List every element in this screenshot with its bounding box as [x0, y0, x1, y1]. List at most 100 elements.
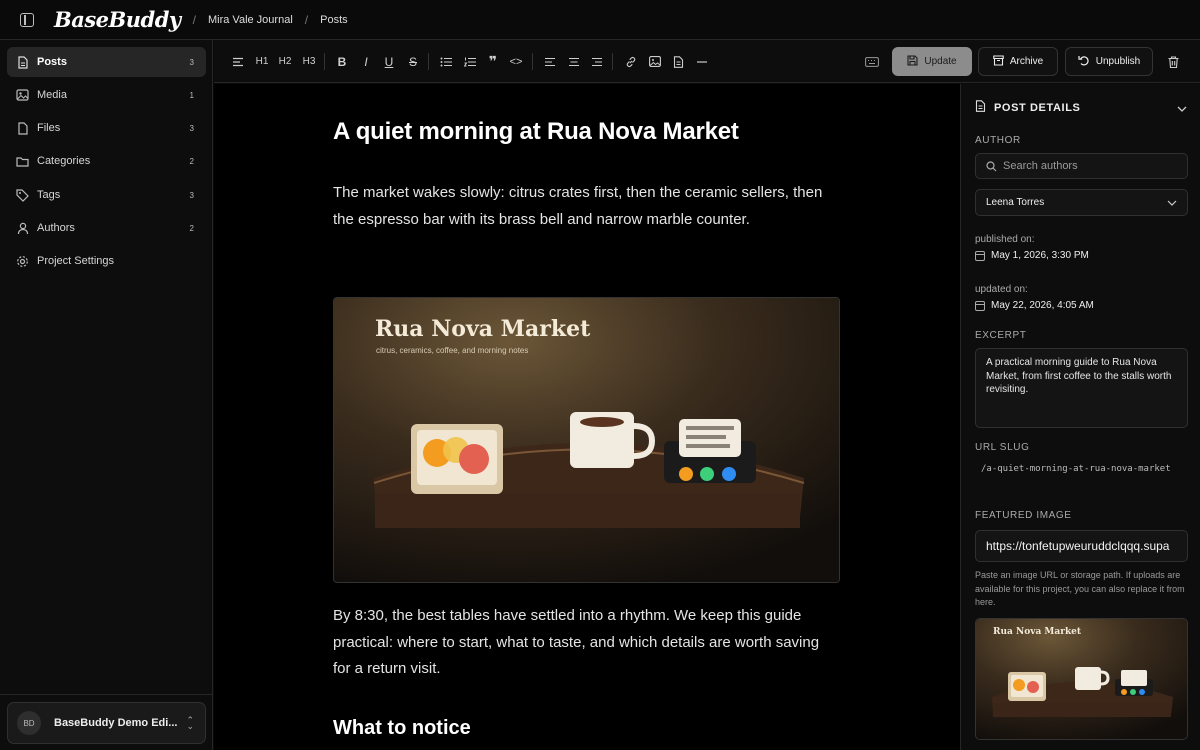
- heading-3-button[interactable]: H3: [299, 52, 319, 71]
- sidebar-item-count: 2: [189, 223, 194, 233]
- breadcrumb-separator: /: [192, 12, 196, 27]
- updated-date: May 22, 2026, 4:05 AM: [975, 300, 1094, 311]
- brand-logo[interactable]: BaseBuddy: [54, 7, 181, 32]
- document-icon[interactable]: [668, 52, 688, 71]
- sidebar-item-count: 2: [189, 156, 194, 166]
- heading-2-button[interactable]: H2: [275, 52, 295, 71]
- featured-image-hint: Paste an image URL or storage path. If u…: [975, 570, 1185, 607]
- calendar-icon: [975, 250, 985, 261]
- trash-icon[interactable]: [1163, 52, 1183, 71]
- numbered-list-icon[interactable]: [460, 52, 480, 71]
- sidebar-item-count: 3: [189, 57, 194, 67]
- archive-button[interactable]: Archive: [978, 47, 1058, 76]
- excerpt-textarea[interactable]: A practical morning guide to Rua Nova Ma…: [975, 348, 1188, 428]
- sidebar-item-label: Media: [37, 89, 67, 101]
- unpublish-label: Unpublish: [1095, 56, 1141, 67]
- image-icon: [16, 89, 29, 102]
- image-icon[interactable]: [645, 52, 665, 71]
- update-label: Update: [924, 56, 957, 67]
- post-details-header[interactable]: POST DETAILS: [975, 100, 1187, 116]
- thumbnail-title: Rua Nova Market: [993, 627, 1082, 637]
- search-icon: [986, 160, 997, 172]
- strikethrough-icon[interactable]: S: [403, 52, 423, 71]
- sidebar-item-label: Categories: [37, 155, 91, 167]
- sidebar-item-tags[interactable]: Tags 3: [7, 180, 206, 210]
- sidebar-footer: BD BaseBuddy Demo Edi... ⌃ ⌄: [0, 694, 213, 750]
- sidebar-item-project-settings[interactable]: Project Settings: [7, 246, 206, 276]
- gear-icon: [16, 255, 29, 268]
- published-label: published on:: [975, 234, 1035, 245]
- align-left-icon[interactable]: [540, 52, 560, 71]
- breadcrumb-posts[interactable]: Posts: [320, 14, 348, 26]
- align-right-icon[interactable]: [587, 52, 607, 71]
- user-icon: [16, 222, 29, 235]
- italic-icon[interactable]: I: [356, 52, 376, 71]
- sidebar-item-count: 1: [189, 90, 194, 100]
- sidebar-item-authors[interactable]: Authors 2: [7, 213, 206, 243]
- post-details-panel: POST DETAILS AUTHOR Search authors Leena…: [960, 84, 1200, 750]
- post-featured-image[interactable]: Rua Nova Market citrus, ceramics, coffee…: [333, 297, 840, 583]
- featured-image-url-input[interactable]: https://tonfetupweuruddclqqq.supa: [975, 530, 1188, 562]
- folder-icon: [16, 155, 29, 168]
- panel-title: POST DETAILS: [994, 102, 1081, 114]
- sidebar-item-posts[interactable]: Posts 3: [7, 47, 206, 77]
- image-title: Rua Nova Market: [375, 316, 591, 342]
- sidebar-item-media[interactable]: Media 1: [7, 80, 206, 110]
- save-icon: [907, 54, 918, 69]
- document-icon: [975, 99, 986, 117]
- sidebar-item-label: Files: [37, 122, 61, 134]
- paragraph-icon[interactable]: [228, 52, 248, 71]
- published-date: May 1, 2026, 3:30 PM: [975, 250, 1089, 261]
- featured-image-label: FEATURED IMAGE: [975, 510, 1072, 521]
- sidebar-item-categories[interactable]: Categories 2: [7, 146, 206, 176]
- undo-icon: [1078, 55, 1090, 69]
- file-icon: [16, 121, 29, 135]
- toolbar-divider: [532, 53, 533, 70]
- keyboard-icon[interactable]: [862, 52, 882, 71]
- chevron-down-icon: [1167, 200, 1177, 206]
- archive-label: Archive: [1009, 56, 1044, 67]
- calendar-icon: [975, 300, 985, 311]
- breadcrumb-project[interactable]: Mira Vale Journal: [208, 14, 293, 26]
- link-icon[interactable]: [621, 52, 641, 71]
- toolbar-divider: [612, 53, 613, 70]
- author-select[interactable]: Leena Torres: [975, 189, 1188, 216]
- url-slug-value[interactable]: /a-quiet-morning-at-rua-nova-market: [981, 462, 1171, 476]
- unpublish-button[interactable]: Unpublish: [1065, 47, 1153, 76]
- sidebar-item-label: Project Settings: [37, 255, 115, 267]
- bullet-list-icon[interactable]: [436, 52, 456, 71]
- author-search-input[interactable]: Search authors: [975, 153, 1188, 179]
- sidebar-item-count: 3: [189, 123, 194, 133]
- featured-image-thumbnail[interactable]: Rua Nova Market: [975, 618, 1188, 740]
- tag-icon: [16, 188, 29, 202]
- bold-icon[interactable]: B: [332, 52, 352, 71]
- posts-icon: [16, 55, 29, 69]
- post-paragraph[interactable]: By 8:30, the best tables have settled in…: [333, 603, 833, 683]
- quote-icon[interactable]: ❞: [483, 52, 503, 71]
- code-icon[interactable]: <>: [506, 52, 526, 71]
- updated-value: May 22, 2026, 4:05 AM: [991, 300, 1094, 311]
- post-paragraph[interactable]: The market wakes slowly: citrus crates f…: [333, 180, 833, 233]
- heading-1-button[interactable]: H1: [252, 52, 272, 71]
- chevron-down-icon[interactable]: [1177, 99, 1187, 117]
- sidebar-item-label: Tags: [37, 189, 61, 201]
- account-switcher[interactable]: BD BaseBuddy Demo Edi... ⌃ ⌄: [7, 702, 206, 744]
- author-label: AUTHOR: [975, 135, 1021, 146]
- sidebar-item-label: Authors: [37, 222, 75, 234]
- sidebar-toggle-icon[interactable]: [20, 12, 34, 27]
- horizontal-rule-icon[interactable]: [692, 52, 712, 71]
- underline-icon[interactable]: U: [379, 52, 399, 71]
- toolbar-divider: [324, 53, 325, 70]
- align-center-icon[interactable]: [564, 52, 584, 71]
- updated-label: updated on:: [975, 284, 1028, 295]
- post-title[interactable]: A quiet morning at Rua Nova Market: [333, 118, 739, 146]
- editor-canvas[interactable]: A quiet morning at Rua Nova Market The m…: [214, 84, 960, 750]
- account-name: BaseBuddy Demo Edi...: [54, 717, 178, 729]
- sidebar-item-files[interactable]: Files 3: [7, 113, 206, 143]
- excerpt-label: EXCERPT: [975, 330, 1027, 341]
- archive-icon: [993, 54, 1004, 69]
- post-heading[interactable]: What to notice: [333, 717, 471, 740]
- url-slug-label: URL SLUG: [975, 442, 1030, 453]
- author-search-placeholder: Search authors: [1003, 160, 1078, 172]
- update-button[interactable]: Update: [892, 47, 972, 76]
